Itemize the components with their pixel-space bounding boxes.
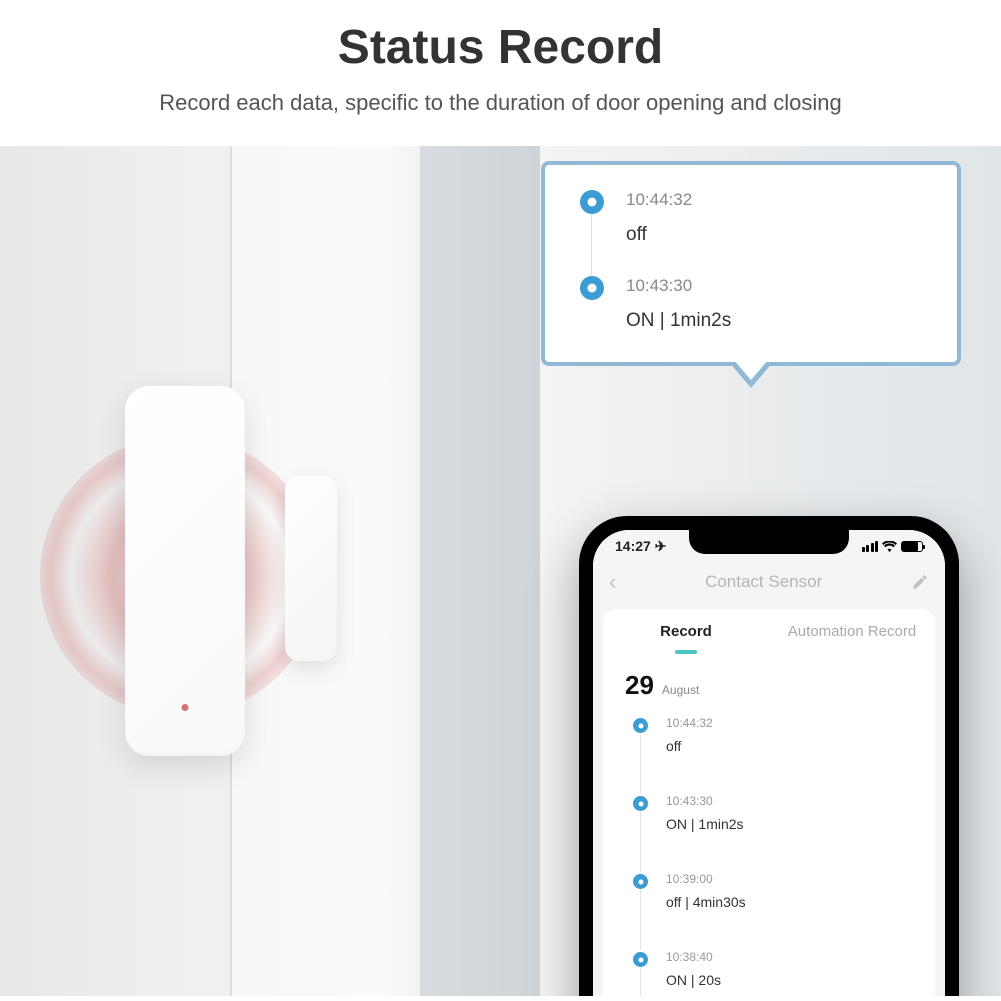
signal-icon	[862, 541, 879, 552]
record-card: Record Automation Record 29 August 10:44…	[603, 609, 935, 996]
callout-state: ON | 1min2s	[626, 310, 731, 332]
app-header: ‹ Contact Sensor	[593, 559, 945, 609]
marketing-header: Status Record Record each data, specific…	[0, 0, 1001, 146]
timeline-dot-icon	[580, 276, 604, 300]
sensor-led	[182, 704, 189, 711]
edit-icon[interactable]	[911, 573, 929, 591]
status-time: 14:27 ✈	[615, 538, 666, 555]
phone-notch	[689, 530, 849, 554]
log-time: 10:44:32	[666, 716, 713, 730]
log-state: ON | 20s	[666, 972, 721, 988]
tab-record[interactable]: Record	[603, 623, 769, 652]
tabs: Record Automation Record	[603, 609, 935, 652]
door-panel	[420, 146, 540, 996]
date-month: August	[662, 683, 699, 697]
callout-entry: 10:44:32 off	[580, 190, 932, 246]
log-entry: 10:43:30 ON | 1min2s	[633, 794, 913, 872]
log-time: 10:38:40	[666, 950, 721, 964]
callout-entry: 10:43:30 ON | 1min2s	[580, 276, 932, 332]
battery-icon	[901, 541, 923, 552]
page-title: Status Record	[50, 20, 951, 75]
scene-background: 10:44:32 off 10:43:30 ON | 1min2s 14:27 …	[0, 146, 1001, 996]
timeline-dot-icon	[633, 796, 648, 811]
log-state: off | 4min30s	[666, 894, 746, 910]
date-header: 29 August	[603, 652, 935, 711]
date-day: 29	[625, 670, 654, 701]
callout-state: off	[626, 224, 692, 246]
timeline-dot-icon	[633, 874, 648, 889]
app-title: Contact Sensor	[705, 572, 822, 592]
callout-bubble: 10:44:32 off 10:43:30 ON | 1min2s	[541, 161, 961, 366]
sensor-main-body	[125, 386, 245, 756]
wifi-icon	[882, 541, 897, 552]
timeline-dot-icon	[633, 718, 648, 733]
log-list: 10:44:32 off 10:43:30 ON | 1min2s	[603, 711, 935, 996]
log-entry: 10:38:40 ON | 20s	[633, 950, 913, 996]
phone-screen: 14:27 ✈ ‹ Contact Sensor Record Automati…	[593, 530, 945, 996]
sensor-magnet	[285, 476, 337, 661]
phone-frame: 14:27 ✈ ‹ Contact Sensor Record Automati…	[579, 516, 959, 996]
callout-time: 10:44:32	[626, 190, 692, 210]
timeline-dot-icon	[580, 190, 604, 214]
log-state: off	[666, 738, 713, 754]
log-entry: 10:39:00 off | 4min30s	[633, 872, 913, 950]
log-state: ON | 1min2s	[666, 816, 744, 832]
back-icon[interactable]: ‹	[609, 569, 616, 595]
callout-time: 10:43:30	[626, 276, 731, 296]
timeline-dot-icon	[633, 952, 648, 967]
tab-automation-record[interactable]: Automation Record	[769, 623, 935, 652]
page-subtitle: Record each data, specific to the durati…	[50, 90, 951, 116]
log-entry: 10:44:32 off	[633, 716, 913, 794]
log-time: 10:43:30	[666, 794, 744, 808]
log-time: 10:39:00	[666, 872, 746, 886]
